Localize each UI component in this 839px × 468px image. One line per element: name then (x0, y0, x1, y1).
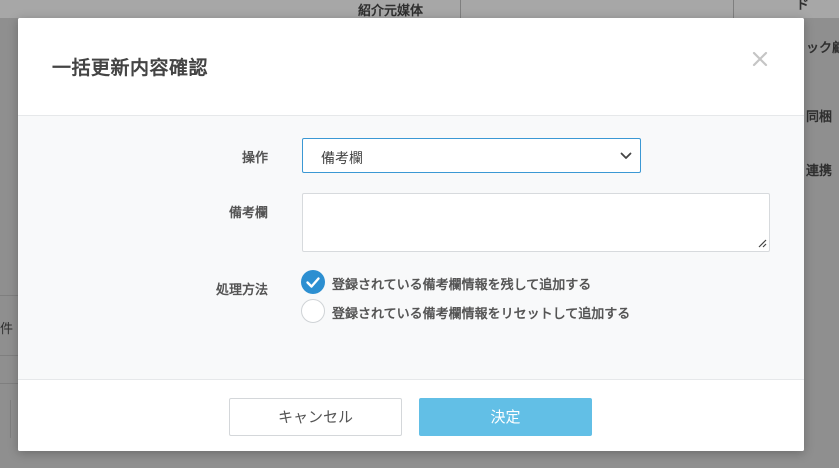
background-fragment: 同梱 (806, 110, 833, 125)
background-divider (0, 355, 18, 356)
radio-option-label: 登録されている備考欄情報を残して追加する (332, 278, 592, 293)
close-icon (752, 51, 768, 67)
background-fragment: ック顧 (806, 41, 839, 56)
radio-checked-icon[interactable] (301, 270, 325, 294)
operation-label: 操作 (241, 151, 268, 166)
background-header-label: 紹介元媒体 (358, 4, 424, 19)
close-icon[interactable] (749, 48, 771, 70)
operation-select-value: 備考欄 (321, 151, 363, 167)
resize-handle-icon[interactable] (757, 238, 767, 248)
background-fragment: ド (796, 0, 810, 13)
background-divider (460, 0, 461, 18)
operation-select[interactable]: 備考欄 (302, 138, 641, 173)
background-divider (10, 400, 11, 438)
dialog-title: 一括更新内容確認 (52, 57, 209, 79)
bulk-update-dialog: 一括更新内容確認 操作 備考欄 備考欄 処理方法 登録されている備考欄情報を残し… (18, 18, 804, 451)
dialog-header: 一括更新内容確認 (18, 18, 804, 116)
confirm-button[interactable]: 決定 (419, 398, 592, 436)
background-divider (0, 383, 18, 384)
background-divider (733, 0, 734, 18)
radio-option-label: 登録されている備考欄情報をリセットして追加する (332, 307, 631, 322)
remarks-textarea[interactable] (302, 193, 770, 252)
method-label: 処理方法 (215, 283, 268, 298)
background-divider (0, 295, 18, 296)
background-fragment: 件 (0, 322, 14, 337)
remarks-label: 備考欄 (228, 206, 268, 221)
checkmark-icon (306, 277, 320, 288)
cancel-button[interactable]: キャンセル (229, 398, 402, 436)
radio-unchecked-icon[interactable] (301, 299, 325, 323)
dialog-footer: キャンセル 決定 (18, 379, 804, 451)
background-fragment: 連携 (806, 164, 833, 179)
chevron-down-icon (620, 152, 632, 159)
